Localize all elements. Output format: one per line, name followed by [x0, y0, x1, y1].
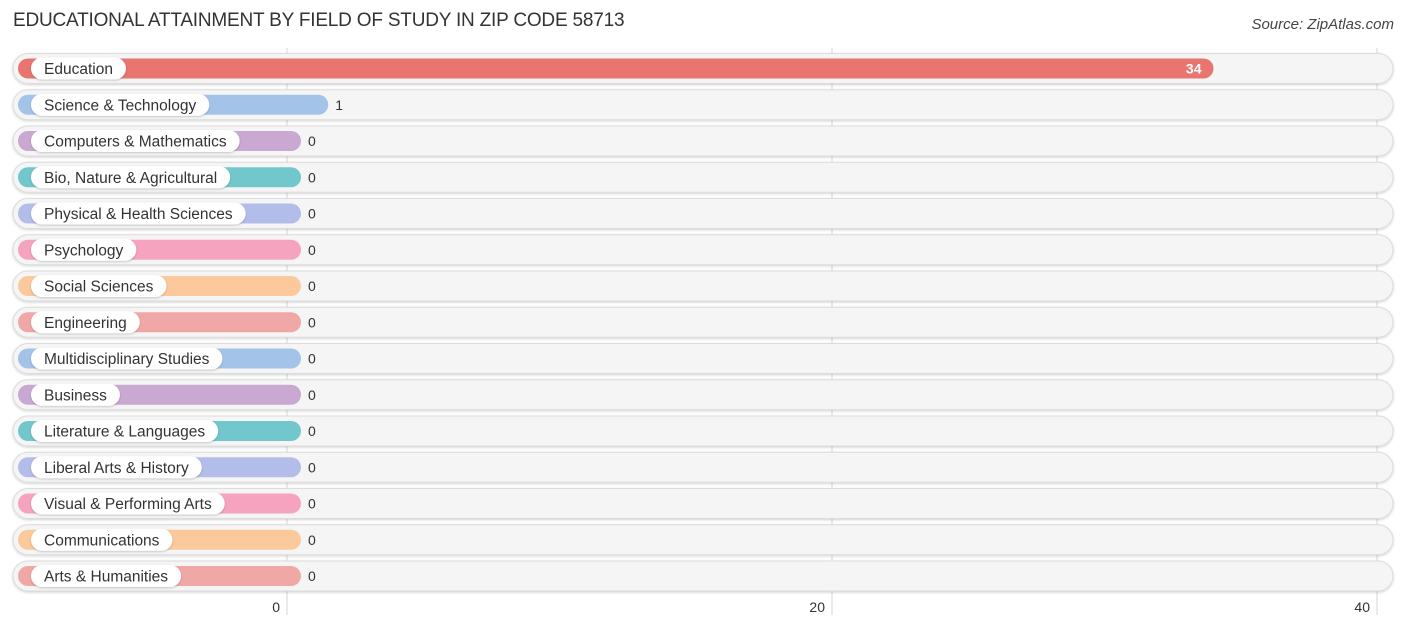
category-label: Science & Technology: [44, 97, 196, 114]
x-tick-label: 20: [809, 599, 825, 615]
bar-rows: Education 34 Science & Technology 1 Computer…: [12, 53, 1394, 592]
bar-row: Communications 0: [12, 524, 1394, 556]
category-label: Psychology: [44, 242, 124, 259]
value-label: 0: [308, 242, 316, 258]
value-label: 0: [308, 314, 316, 330]
category-label: Social Sciences: [44, 279, 154, 296]
bar-chart: Education 34 Science & Technology 1 Computer…: [12, 48, 1394, 615]
bar-row: Visual & Performing Arts 0: [12, 488, 1394, 519]
category-label: Education: [44, 61, 113, 78]
x-axis-ticks: 0 20 40: [272, 599, 1370, 615]
bar-row: Business 0: [12, 379, 1394, 411]
value-label: 0: [308, 423, 316, 439]
category-label: Physical & Health Sciences: [44, 206, 233, 223]
value-label: 0: [308, 459, 316, 475]
value-label: 0: [308, 278, 316, 294]
category-label: Engineering: [44, 315, 127, 332]
category-label: Business: [44, 387, 107, 404]
category-label: Bio, Nature & Agricultural: [44, 170, 217, 187]
category-label: Computers & Mathematics: [44, 134, 227, 151]
category-label: Multidisciplinary Studies: [44, 351, 210, 368]
x-tick-label: 40: [1354, 599, 1370, 615]
bar-row: Literature & Languages 0: [12, 415, 1394, 447]
bar-row: Physical & Health Sciences 0: [12, 198, 1394, 229]
bar-row: Engineering 0: [12, 306, 1394, 338]
value-label: 1: [335, 97, 343, 113]
value-label: 0: [308, 496, 316, 512]
category-label: Liberal Arts & History: [44, 460, 189, 477]
bar-row: Psychology 0: [12, 234, 1394, 266]
bar-row: Bio, Nature & Agricultural 0: [12, 161, 1394, 193]
category-label: Literature & Languages: [44, 424, 205, 441]
value-label: 0: [308, 387, 316, 403]
value-label: 0: [308, 169, 316, 185]
category-label: Visual & Performing Arts: [44, 496, 212, 513]
bar-row: Social Sciences 0: [12, 270, 1394, 302]
bar-row: Education 34: [12, 53, 1394, 84]
x-tick-label: 0: [272, 599, 280, 615]
value-label: 0: [308, 351, 316, 367]
bar-row: Liberal Arts & History 0: [12, 451, 1394, 483]
bar-row: Multidisciplinary Studies 0: [12, 343, 1394, 374]
bar: [18, 58, 1214, 79]
bar-row: Computers & Mathematics 0: [12, 125, 1394, 157]
value-label: 0: [308, 568, 316, 584]
category-label: Communications: [44, 532, 160, 549]
bar-row: Science & Technology 1: [12, 89, 1394, 121]
category-label: Arts & Humanities: [44, 569, 168, 586]
bar-row: Arts & Humanities 0: [12, 560, 1394, 592]
value-label: 0: [308, 532, 316, 548]
value-label: 0: [308, 133, 316, 149]
value-label: 34: [1186, 61, 1202, 77]
value-label: 0: [308, 206, 316, 222]
